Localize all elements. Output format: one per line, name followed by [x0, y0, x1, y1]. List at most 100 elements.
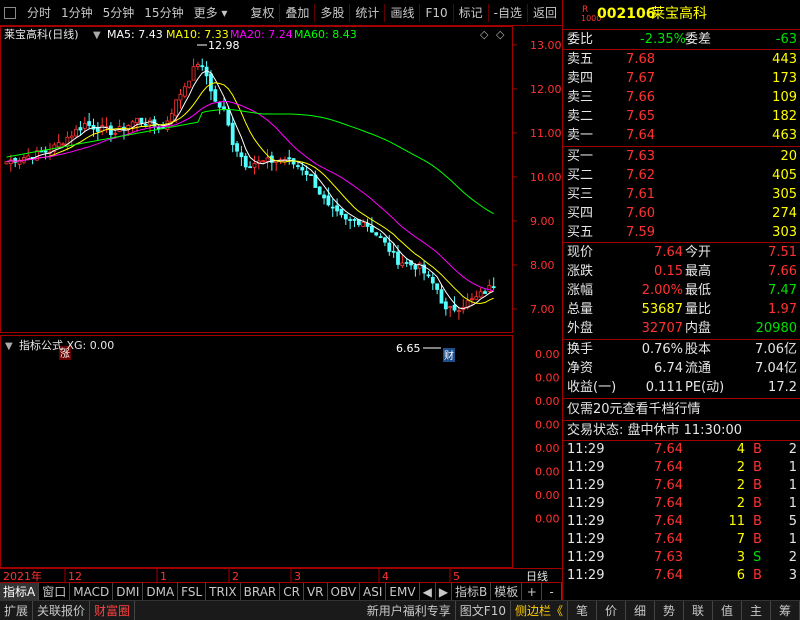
y-tick-label: 13.00	[530, 39, 562, 52]
tab-brar[interactable]: BRAR	[241, 582, 281, 601]
tab-dmi[interactable]: DMI	[113, 582, 144, 601]
new-user-promo[interactable]: 新用户福利专享	[363, 600, 456, 620]
tab-template[interactable]: 模板	[491, 582, 523, 601]
toolbar-multi-stock[interactable]: 多股	[315, 0, 349, 26]
ask-volume: 173	[772, 71, 797, 86]
tab-cr[interactable]: CR	[280, 582, 304, 601]
ask-row[interactable]: 卖三 7.66 109	[563, 88, 800, 107]
toolbar-5min[interactable]: 5分钟	[98, 0, 140, 26]
tab-value[interactable]: 值	[713, 600, 742, 620]
remove-window-button[interactable]: -	[542, 582, 562, 601]
candle	[361, 219, 366, 227]
tab-indicator-b[interactable]: 指标B	[452, 582, 492, 601]
kline-chart[interactable]: 莱宝高科(日线) ▼ MA5: 7.43 MA10: 7.33 MA20: 7.…	[0, 26, 562, 582]
ask-row[interactable]: 卖四 7.67 173	[563, 69, 800, 88]
candle	[252, 155, 257, 175]
candle	[261, 159, 266, 163]
tab-vr[interactable]: VR	[304, 582, 328, 601]
collapse-icon[interactable]: ◇	[496, 28, 505, 41]
tick-count: 1	[788, 496, 797, 511]
y-axis-indicator: 0.00 0.00 0.00 0.00 0.00 0.00 0.00 0.00	[535, 348, 560, 526]
tab-window[interactable]: 窗口	[39, 582, 71, 601]
tab-obv[interactable]: OBV	[328, 582, 361, 601]
candle	[87, 112, 92, 130]
tick-row[interactable]: 11:29 7.64 7 B 1	[563, 531, 800, 549]
stat-value: 20980	[755, 321, 797, 336]
tab-linked[interactable]: 联	[684, 600, 713, 620]
period-label[interactable]: 日线	[526, 569, 548, 582]
y-tick-label: 8.00	[530, 259, 555, 272]
date-year-label: 2021年	[3, 569, 42, 582]
bid-row[interactable]: 买二 7.62 405	[563, 166, 800, 185]
tab-trix[interactable]: TRIX	[206, 582, 241, 601]
diamond-icon[interactable]: ◇	[480, 28, 489, 41]
tick-row[interactable]: 11:29 7.64 4 B 2	[563, 441, 800, 459]
indicator-tick-label: 0.00	[535, 348, 560, 361]
chart-toolbar: 分时 1分钟 5分钟 15分钟 更多 ▾ 复权 叠加 多股 统计 画线 F10 …	[0, 0, 562, 26]
stat-value: 7.64	[654, 245, 683, 260]
tab-chips[interactable]: 筹	[771, 600, 800, 620]
tab-main[interactable]: 主	[742, 600, 771, 620]
bid-volume: 20	[780, 149, 797, 164]
bid-row[interactable]: 买一 7.63 20	[563, 147, 800, 166]
tab-macd[interactable]: MACD	[70, 582, 114, 601]
window-toggle-icon[interactable]	[4, 6, 16, 19]
tab-emv[interactable]: EMV	[386, 582, 420, 601]
weicha-value: -63	[775, 32, 797, 47]
tick-row[interactable]: 11:29 7.64 11 B 5	[563, 513, 800, 531]
bid-row[interactable]: 买四 7.60 274	[563, 204, 800, 223]
candle	[213, 85, 218, 103]
toolbar-overlay[interactable]: 叠加	[280, 0, 314, 26]
toolbar-adjust[interactable]: 复权	[245, 0, 279, 26]
tick-row[interactable]: 11:29 7.64 2 B 1	[563, 495, 800, 513]
candle	[456, 306, 461, 320]
tab-price[interactable]: 价	[597, 600, 626, 620]
stat-label: 内盘	[685, 321, 712, 336]
toolbar-f10[interactable]: F10	[420, 0, 452, 26]
bid-volume: 303	[772, 225, 797, 240]
scroll-right-icon[interactable]: ▶	[436, 582, 453, 601]
toolbar-draw-line[interactable]: 画线	[385, 0, 419, 26]
x-tick-label: 4	[382, 570, 389, 582]
promo-row[interactable]: 仅需20元查看千档行情	[563, 400, 800, 419]
tab-asi[interactable]: ASI	[360, 582, 387, 601]
toolbar-more[interactable]: 更多 ▾	[189, 0, 233, 26]
ask-row[interactable]: 卖二 7.65 182	[563, 107, 800, 126]
toolbar-stats[interactable]: 统计	[350, 0, 384, 26]
tab-trend[interactable]: 势	[655, 600, 684, 620]
tab-trades[interactable]: 笔	[568, 600, 597, 620]
tick-time: 11:29	[567, 478, 605, 493]
tick-row[interactable]: 11:29 7.64 6 B 3	[563, 567, 800, 585]
indicator-chevron-icon[interactable]: ▼	[5, 341, 13, 352]
stat-row: 外盘 32707 内盘 20980	[563, 319, 800, 338]
bid-price: 7.63	[626, 149, 655, 164]
ask-row[interactable]: 卖五 7.68 443	[563, 50, 800, 69]
tick-row[interactable]: 11:29 7.64 2 B 1	[563, 477, 800, 495]
sidebar-toggle[interactable]: 侧边栏《	[511, 600, 568, 620]
ma5-label: MA5: 7.43	[107, 28, 163, 41]
scroll-left-icon[interactable]: ◀	[420, 582, 436, 601]
tab-fsl[interactable]: FSL	[178, 582, 207, 601]
toolbar-15min[interactable]: 15分钟	[139, 0, 188, 26]
toolbar-mark[interactable]: 标记	[454, 0, 488, 26]
add-window-button[interactable]: +	[522, 582, 543, 601]
ask-row[interactable]: 卖一 7.64 463	[563, 126, 800, 145]
y-tick-label: 9.00	[530, 215, 555, 228]
graphic-f10-button[interactable]: 图文F10	[456, 600, 511, 620]
related-quote-button[interactable]: 关联报价	[33, 600, 91, 620]
extend-button[interactable]: 扩展	[0, 600, 34, 620]
toolbar-watchlist[interactable]: -自选	[489, 0, 527, 26]
toolbar-1min[interactable]: 1分钟	[56, 0, 98, 26]
bid-row[interactable]: 买三 7.61 305	[563, 185, 800, 204]
toolbar-intraday[interactable]: 分时	[22, 0, 56, 26]
tick-row[interactable]: 11:29 7.63 3 S 2	[563, 549, 800, 567]
toolbar-back[interactable]: 返回	[528, 0, 562, 26]
promo-link[interactable]: 仅需20元查看千档行情	[567, 400, 701, 419]
wealth-circle-button[interactable]: 财富圈	[90, 600, 136, 620]
tab-dma[interactable]: DMA	[143, 582, 179, 601]
tab-detail[interactable]: 细	[626, 600, 655, 620]
bid-row[interactable]: 买五 7.59 303	[563, 223, 800, 242]
chevron-down-icon[interactable]: ▼	[93, 30, 101, 41]
tab-indicator-a[interactable]: 指标A	[0, 582, 40, 601]
tick-row[interactable]: 11:29 7.64 2 B 1	[563, 459, 800, 477]
